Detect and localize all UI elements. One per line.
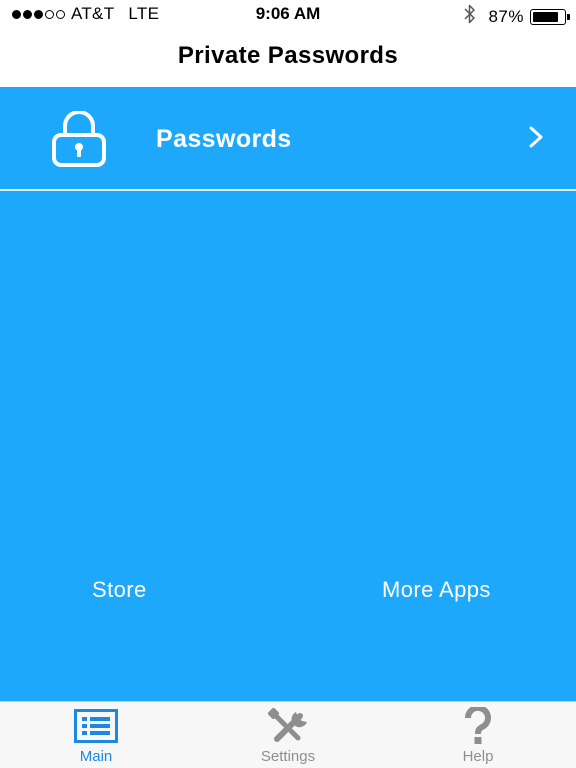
tab-settings-label: Settings bbox=[260, 748, 316, 765]
question-mark-icon bbox=[418, 707, 538, 744]
wrench-screwdriver-icon bbox=[228, 708, 348, 744]
main-content: Passwords Store More Apps bbox=[0, 87, 576, 701]
battery-percent: 87% bbox=[488, 6, 524, 26]
battery-icon bbox=[530, 8, 570, 25]
tab-bar: Main Settings Help bbox=[0, 701, 576, 768]
list-icon bbox=[36, 708, 156, 744]
bluetooth-icon bbox=[464, 4, 476, 29]
battery-level-fill bbox=[533, 11, 558, 22]
tab-help-label: Help bbox=[462, 748, 494, 765]
lock-icon bbox=[50, 110, 108, 172]
chevron-right-icon bbox=[528, 125, 544, 154]
passwords-row[interactable]: Passwords bbox=[0, 87, 576, 189]
tab-help[interactable]: Help bbox=[418, 707, 538, 768]
more-apps-link[interactable]: More Apps bbox=[382, 577, 491, 603]
navigation-bar: Private Passwords bbox=[0, 30, 576, 87]
tab-main[interactable]: Main bbox=[36, 708, 156, 768]
status-bar: AT&T LTE 9:06 AM 87% bbox=[0, 0, 576, 30]
battery-tip bbox=[567, 13, 570, 20]
tab-settings[interactable]: Settings bbox=[228, 708, 348, 768]
passwords-label: Passwords bbox=[156, 125, 292, 153]
store-link[interactable]: Store bbox=[92, 577, 147, 603]
tab-main-label: Main bbox=[79, 748, 113, 765]
page-title: Private Passwords bbox=[177, 42, 399, 69]
status-right: 87% bbox=[464, 4, 570, 29]
row-divider bbox=[0, 189, 576, 191]
app-screen: AT&T LTE 9:06 AM 87% Private Passwords P… bbox=[0, 0, 576, 768]
